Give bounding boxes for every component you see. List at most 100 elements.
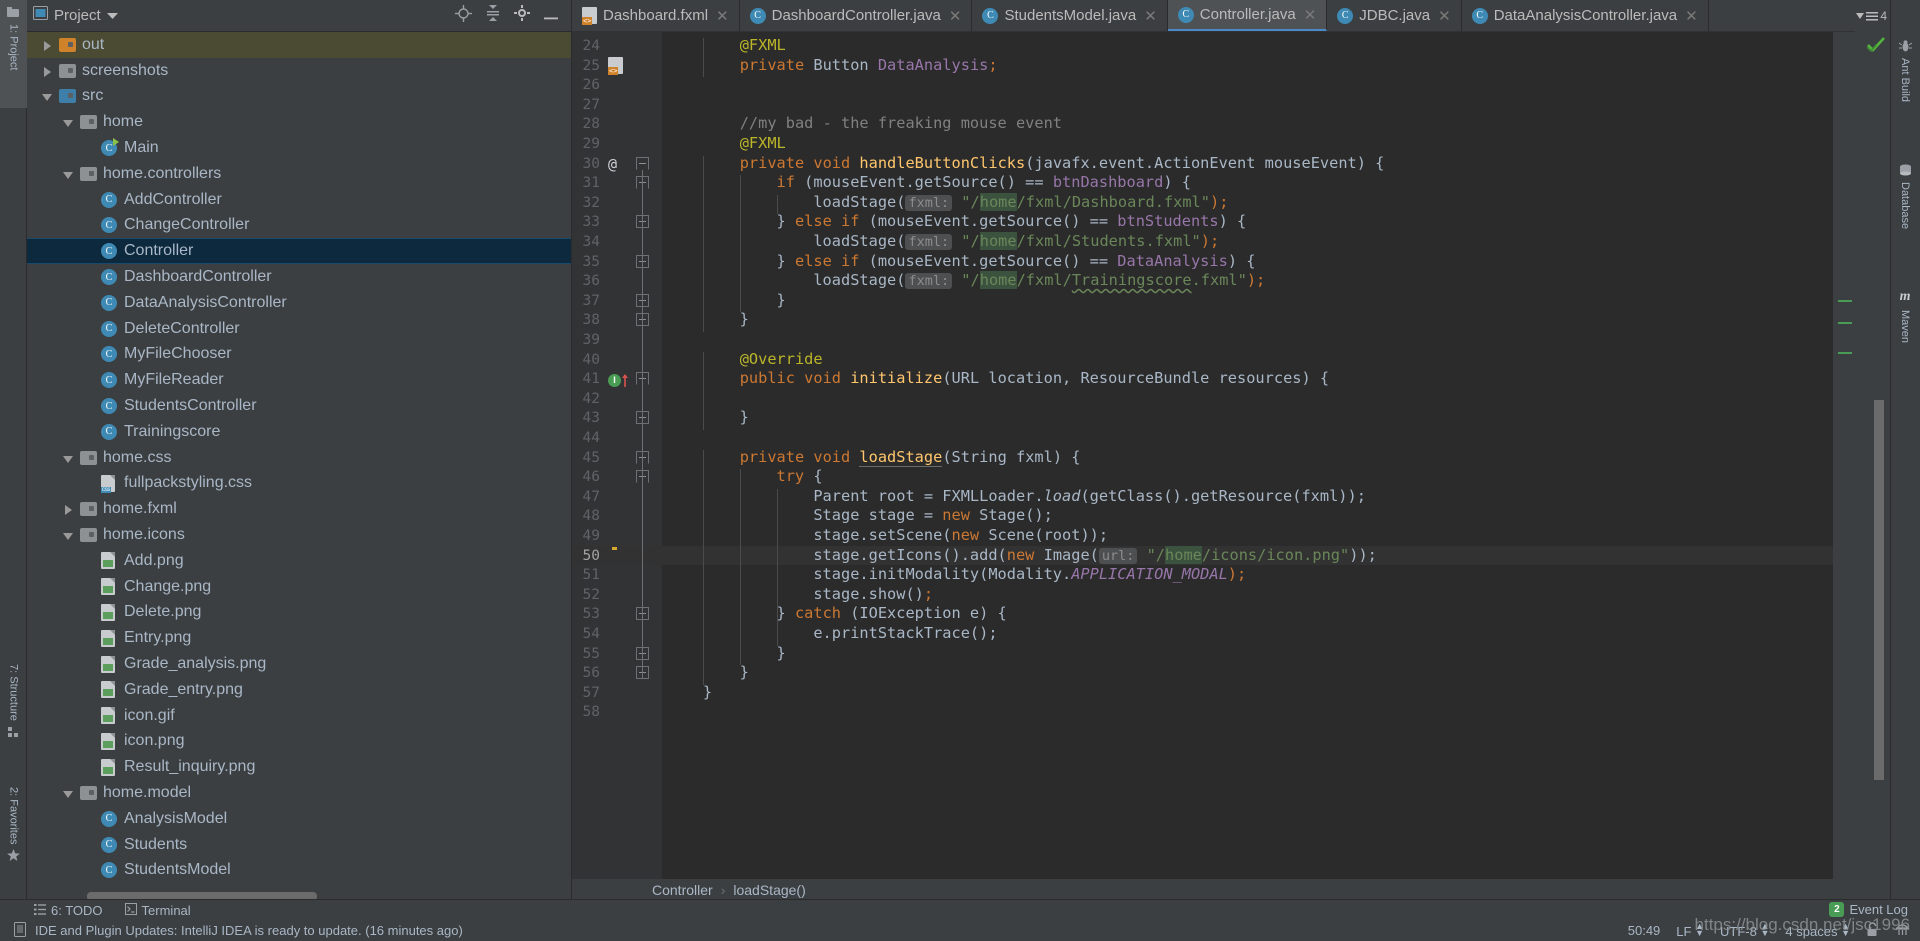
tree-item-analysismodel[interactable]: C AnalysisModel [27,806,571,832]
tree-item-deletecontroller[interactable]: C DeleteController [27,316,571,342]
editor-tab-dataanalysiscontroller-java[interactable]: C DataAnalysisController.java ✕ [1462,0,1709,31]
chevron-right-icon[interactable] [41,64,55,78]
highlighted-token: home [1165,545,1202,564]
chevron-right-icon[interactable] [62,502,76,516]
tree-item-dashboardcontroller[interactable]: C DashboardController [27,264,571,290]
indent-control[interactable]: 4 spaces ▲ ▼ [1785,921,1850,939]
bottom-tab-terminal[interactable]: Terminal [124,902,191,918]
close-icon[interactable]: ✕ [716,7,729,25]
tree-item-home-model[interactable]: home.model [27,780,571,806]
folder-icon [59,89,76,104]
line-number: 29 [582,136,600,152]
fxml-navigation-icon[interactable] [608,56,623,79]
chevron-right-icon[interactable] [41,38,55,52]
tree-item-trainingscore[interactable]: C Trainingscore [27,419,571,445]
parameter-hint: fxml: [905,273,953,290]
tab-overflow-control[interactable]: 4 [1855,0,1890,32]
code-folding-marker[interactable] [636,156,649,175]
unlocked-icon[interactable] [1866,921,1879,940]
line-separator-control[interactable]: LF ▲ ▼ [1676,920,1705,939]
tree-item-home[interactable]: home [27,109,571,135]
tree-item-home-fxml[interactable]: home.fxml [27,496,571,522]
breadcrumb-method[interactable]: loadStage() [733,882,805,898]
tree-item-grade-analysis-png[interactable]: Grade_analysis.png [27,651,571,677]
tree-item-addcontroller[interactable]: C AddController [27,187,571,213]
editor-tab-studentsmodel-java[interactable]: C StudentsModel.java ✕ [972,0,1168,31]
annotation-gutter-icon[interactable]: @ [608,155,617,174]
tree-item-myfilereader[interactable]: C MyFileReader [27,367,571,393]
close-icon[interactable]: ✕ [1304,6,1317,24]
tool-window-database[interactable]: Database [1890,158,1920,268]
tool-window-project[interactable]: 1: Project [0,0,27,108]
close-icon[interactable]: ✕ [1144,7,1157,25]
editor-code-area[interactable]: @FXML private Button DataAnalysis; //my … [662,32,1833,879]
tree-item-delete-png[interactable]: Delete.png [27,600,571,626]
tree-item-grade-entry-png[interactable]: Grade_entry.png [27,677,571,703]
tree-item-screenshots[interactable]: screenshots [27,58,571,84]
close-icon[interactable]: ✕ [949,7,962,25]
tree-item-controller[interactable]: C Controller [27,238,571,265]
chevron-down-icon[interactable] [62,528,76,542]
chevron-down-icon[interactable] [62,167,76,181]
chevron-down-icon[interactable] [106,7,118,25]
chevron-down-icon[interactable] [62,786,76,800]
tree-item-home-icons[interactable]: home.icons [27,522,571,548]
chevron-down-icon[interactable] [62,451,76,465]
tree-item-dataanalysiscontroller[interactable]: C DataAnalysisController [27,290,571,316]
line-number: 27 [582,96,600,113]
event-log-button[interactable]: 2 Event Log [1829,902,1908,917]
tree-item-changecontroller[interactable]: C ChangeController [27,213,571,239]
editor-tab-controller-java[interactable]: C Controller.java ✕ [1167,0,1328,31]
tool-window-maven[interactable]: m Maven [1890,283,1920,375]
locate-icon[interactable] [455,4,472,27]
editor-gutter[interactable]: 24 25 26 27 28 29 30 31 32 33 34 35 36 37 38 39 40 41 42 43… [572,32,662,879]
tree-item-src[interactable]: src [27,84,571,110]
inspection-status-icon[interactable] [1866,36,1886,57]
bottom-tab-todo[interactable]: 6: TODO [34,903,103,918]
caret-position[interactable]: 50:49 [1628,923,1661,938]
editor-tab-jdbc-java[interactable]: C JDBC.java ✕ [1327,0,1462,31]
tool-window-ant-build[interactable]: Ant Build [1890,34,1920,142]
chevron-down-icon[interactable] [62,115,76,129]
notification-icon[interactable] [14,921,27,940]
tool-window-favorites[interactable]: 2: Favorites [0,781,27,893]
tree-item-out[interactable]: out [27,32,571,58]
status-message[interactable]: IDE and Plugin Updates: IntelliJ IDEA is… [35,923,463,938]
tree-item-icon-gif[interactable]: icon.gif [27,703,571,729]
tree-item-home-css[interactable]: home.css [27,445,571,471]
tree-item-myfilechooser[interactable]: C MyFileChooser [27,342,571,368]
collapse-all-icon[interactable] [486,5,500,26]
tree-item-label: src [82,87,104,105]
chevron-down-icon[interactable] [41,89,55,103]
implementing-method-icon[interactable]: I [608,370,628,388]
code-editor[interactable]: 24 25 26 27 28 29 30 31 32 33 34 35 36 37 38 39 40 41 42 43… [572,32,1855,879]
hide-panel-icon[interactable] [544,7,559,25]
tree-item-studentscontroller[interactable]: C StudentsController [27,393,571,419]
project-tree[interactable]: out screenshots src home C Main home.controlle… [27,32,571,883]
breadcrumb[interactable]: Controller › loadStage() [572,879,1855,901]
editor-tab-dashboardcontroller-java[interactable]: C DashboardController.java ✕ [740,0,973,31]
hector-icon[interactable] [1895,922,1910,940]
tool-window-structure[interactable]: 7: Structure [0,658,27,776]
close-icon[interactable]: ✕ [1438,7,1451,25]
editor-vertical-scrollbar[interactable] [1874,400,1884,780]
tree-item-change-png[interactable]: Change.png [27,574,571,600]
tree-item-icon-png[interactable]: icon.png [27,729,571,755]
tree-item-main[interactable]: C Main [27,135,571,161]
tree-item-add-png[interactable]: Add.png [27,548,571,574]
tree-item-result-inquiry-png[interactable]: Result_inquiry.png [27,754,571,780]
editor-tab-dashboard-fxml[interactable]: Dashboard.fxml ✕ [572,0,740,31]
tree-item-home-controllers[interactable]: home.controllers [27,161,571,187]
close-icon[interactable]: ✕ [1685,7,1698,25]
tree-item-fullpackstyling-css[interactable]: css fullpackstyling.css [27,471,571,497]
code-line: @Override [739,349,823,368]
tree-item-studentsmodel[interactable]: C StudentsModel [27,858,571,884]
encoding-control[interactable]: UTF-8 ▲ ▼ [1720,921,1769,939]
updown-arrows-icon: ▲ ▼ [1695,920,1705,938]
tree-item-entry-png[interactable]: Entry.png [27,625,571,651]
breadcrumb-class[interactable]: Controller [652,882,713,898]
settings-gear-icon[interactable] [514,5,530,26]
tree-item-students[interactable]: C Students [27,832,571,858]
editor-marker-bar[interactable] [1833,32,1855,879]
